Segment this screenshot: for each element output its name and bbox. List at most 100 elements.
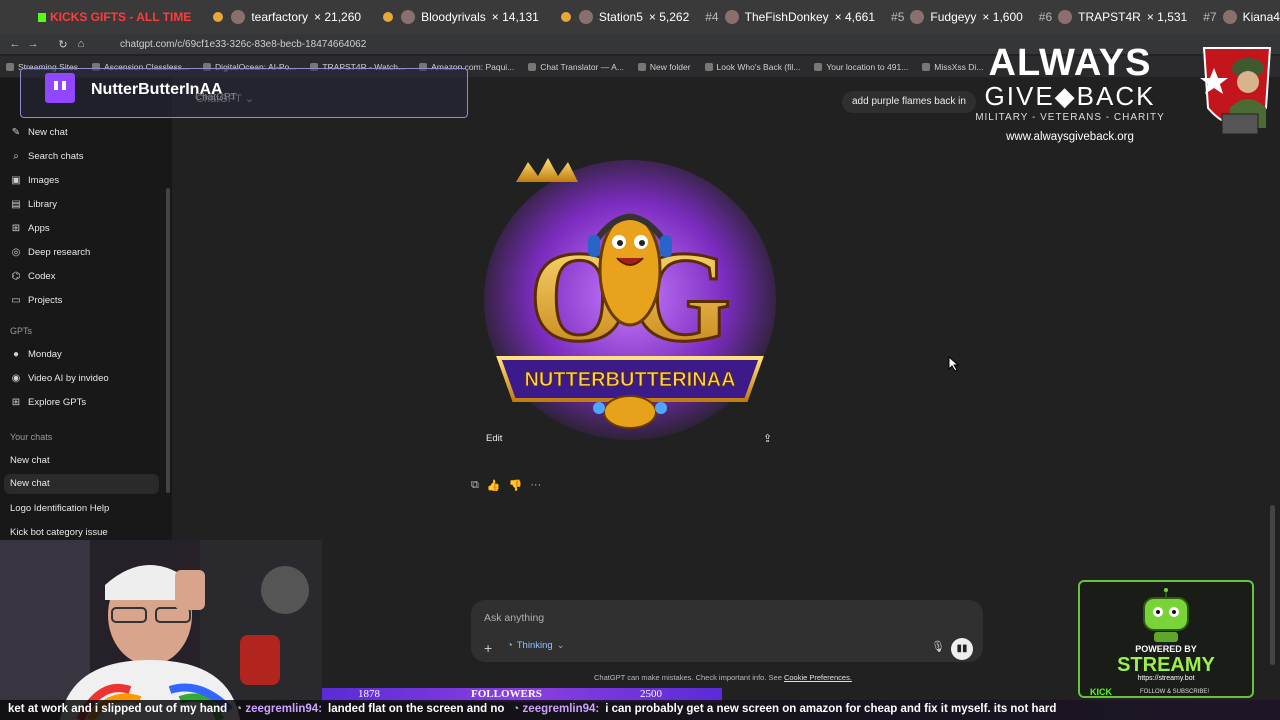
ticker-rank: #6 [1038,10,1053,24]
sidebar-item-library[interactable]: ▤ Library [10,195,160,213]
sidebar-item-label: Explore GPTs [28,396,87,408]
thumbs-down-icon[interactable]: 👎 [509,479,523,492]
library-icon: ▤ [11,198,21,210]
main-scrollbar[interactable] [1270,505,1275,665]
address-bar[interactable]: chatgpt.com/c/69cf1e33-326c-83e8-becb-18… [120,39,366,50]
forward-icon[interactable]: → [24,38,42,50]
your-chats-label: Your chats [10,432,53,442]
bookmark-favicon-icon [528,62,537,71]
sidebar-scrollbar[interactable] [166,188,170,493]
chat-history-item[interactable]: Logo Identification Help [10,503,109,514]
voice-mode-button[interactable]: ▮▮ [951,638,973,660]
bookmark-label: Your location to 491... [826,61,909,72]
ticker-rank: #4 [705,10,719,24]
ticker-entry: Bloodyrivals × 14,131 [377,10,539,24]
bookmark-favicon-icon [637,62,646,71]
sidebar-item-images[interactable]: ▣ Images [10,171,160,189]
sidebar-item-codex[interactable]: ⌬ Codex [10,267,160,285]
mouse-cursor-icon [948,356,960,372]
thinking-mode-button[interactable]: ◔ Thinking ⌄ [507,640,565,651]
chat-history-item[interactable]: Kick bot category issue [10,527,108,538]
ticker-rank: #5 [891,10,905,24]
ticker-username: Station5 [598,10,643,24]
ticker-rank: #7 [1203,10,1217,24]
twitch-name-overlay: NutterButterInAA ChatGPT [20,68,468,118]
avatar [1222,10,1237,24]
ticker-entry: #4 TheFishDonkey × 4,661 [705,10,875,24]
disclaimer: ChatGPT can make mistakes. Check importa… [594,673,852,682]
message-actions: ⧉ 👍 👎 ··· [471,479,541,492]
medal-icon [383,12,394,22]
followers-goal: 2500 [640,688,662,700]
chat-message: landed flat on the screen and no [328,703,505,715]
streamy-follow-text: FOLLOW & SUBSCRIBE! [1140,689,1210,695]
apps-icon: ⊞ [11,222,21,234]
ticker-username: TheFishDonkey [744,10,829,24]
chat-history-item[interactable]: New chat [10,455,50,466]
ticker-count: × 1,600 [982,10,1023,24]
research-icon: ◎ [11,246,21,258]
sidebar-gpt-item[interactable]: ● Monday [10,345,160,363]
bookmark-label: Look Who's Back (fil... [716,61,801,72]
streamy-name: STREAMY [1117,654,1215,676]
chat-username: zeegremlin94: [235,703,322,715]
robot-icon [1143,588,1189,642]
folder-icon: ▭ [11,294,21,306]
thumbs-up-icon[interactable]: 👍 [487,479,501,492]
logo-banner-text: NUTTERBUTTERINAA [524,369,735,391]
microphone-icon[interactable]: 🎙 [931,640,945,653]
bookmark-item[interactable]: New folder [637,62,691,72]
sidebar-item-label: Projects [28,294,63,306]
agb-url: www.alwaysgiveback.org [1006,131,1134,143]
ticker-entry: #7Kiana420× 1,213 [1203,10,1280,24]
share-icon[interactable]: ⇪ [763,432,772,445]
sidebar-item-projects[interactable]: ▭ Projects [10,291,160,309]
kick-label: KICK [1090,687,1112,697]
bookmark-favicon-icon [922,62,931,71]
prompt-input[interactable]: Ask anything [484,612,544,624]
bookmark-item[interactable]: Look Who's Back (fil... [704,61,801,72]
sidebar-gpt-item[interactable]: ⊞ Explore GPTs [10,393,160,411]
more-options-icon[interactable]: ··· [530,479,541,492]
ticker-count: × 5,262 [648,10,690,24]
webcam-feed [0,540,322,720]
ticker-username: TRAPST4R [1078,10,1141,24]
chat-history-item[interactable]: New chat [4,474,159,494]
home-icon[interactable]: ⌂ [72,38,90,50]
ticker-username: Fudgeyy [930,10,977,24]
sidebar-item-label: Search chats [28,150,84,162]
codex-icon: ⌬ [11,270,21,282]
sidebar-item-label: Deep research [28,246,91,258]
explore-icon: ⊞ [11,396,21,408]
sidebar-item-deep-research[interactable]: ◎ Deep research [10,243,160,261]
back-icon[interactable]: ← [6,38,24,50]
ticker-username: Kiana420 [1242,10,1280,24]
sidebar-item-label: New chat [28,126,68,138]
monday-icon: ● [12,348,20,360]
reload-icon[interactable]: ↻ [54,38,72,51]
edit-image-button[interactable]: Edit [486,433,502,444]
agb-tagline: MILITARY - VETERANS - CHARITY [975,112,1165,123]
cookie-preferences-link[interactable]: Cookie Preferences. [784,673,852,682]
sidebar-gpt-item[interactable]: ◉ Video AI by invideo [10,369,160,387]
user-message: add purple flames back in [842,91,976,113]
bookmark-item[interactable]: Your location to 491... [814,62,908,72]
sidebar-item-apps[interactable]: ⊞ Apps [10,219,160,237]
sidebar-item-search-chats[interactable]: ⌕ Search chats [10,147,160,165]
bookmark-item[interactable]: Chat Translator — A... [528,62,624,72]
gpts-section-label: GPTs [10,326,33,336]
agb-line-2: GIVE◆BACK [984,81,1156,111]
ticker-entry: tearfactory × 21,260 [207,10,361,24]
sidebar-item-label: Library [28,198,58,210]
sidebar-item-label: Codex [28,270,56,282]
chat-message: ket at work and i slipped out of my hand [8,703,228,715]
ticker-count: × 1,531 [1146,10,1188,24]
medal-icon [560,12,571,22]
invideo-icon: ◉ [11,372,21,384]
sidebar-item-new-chat[interactable]: ✎ New chat [10,123,160,141]
copy-icon[interactable]: ⧉ [471,479,479,492]
generated-logo-image[interactable]: OG NUTTERBUTTERINAA [471,150,789,460]
avatar [401,10,416,24]
add-attachment-button[interactable]: + [484,640,492,656]
always-give-back-overlay: ALWAYS GIVE◆BACK MILITARY - VETERANS - C… [960,44,1180,143]
